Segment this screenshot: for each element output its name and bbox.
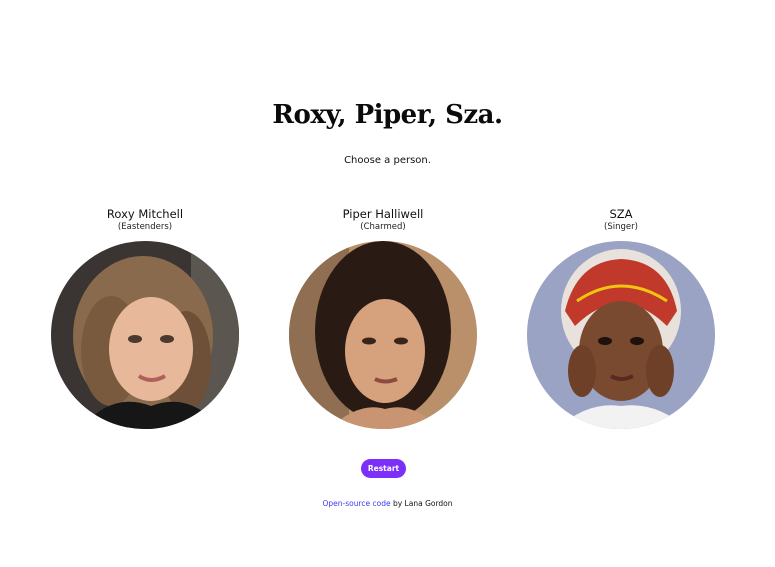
open-source-link[interactable]: Open-source code xyxy=(322,499,390,508)
person-name: Piper Halliwell xyxy=(342,207,424,221)
footer: Open-source code by Lana Gordon xyxy=(0,499,775,508)
page-subtitle: Choose a person. xyxy=(344,155,431,166)
person-name: Roxy Mitchell xyxy=(106,207,184,221)
page-title: Roxy, Piper, Sza. xyxy=(272,100,503,130)
restart-button[interactable]: Restart xyxy=(361,459,406,478)
person-role: (Eastenders) xyxy=(117,222,173,232)
person-role: (Charmed) xyxy=(360,222,406,232)
footer-author: by Lana Gordon xyxy=(390,499,453,508)
person-role: (Singer) xyxy=(604,222,638,232)
person-name: SZA xyxy=(609,207,633,221)
person-card-sza[interactable]: SZA (Singer) xyxy=(526,207,716,429)
portrait-piper-halliwell[interactable] xyxy=(289,241,477,429)
portrait-sza[interactable] xyxy=(527,241,715,429)
person-card-piper[interactable]: Piper Halliwell (Charmed) xyxy=(288,207,478,429)
portrait-roxy-mitchell[interactable] xyxy=(51,241,239,429)
page: Roxy, Piper, Sza. Choose a person. Roxy … xyxy=(0,0,775,567)
person-card-roxy[interactable]: Roxy Mitchell (Eastenders) xyxy=(50,207,240,429)
